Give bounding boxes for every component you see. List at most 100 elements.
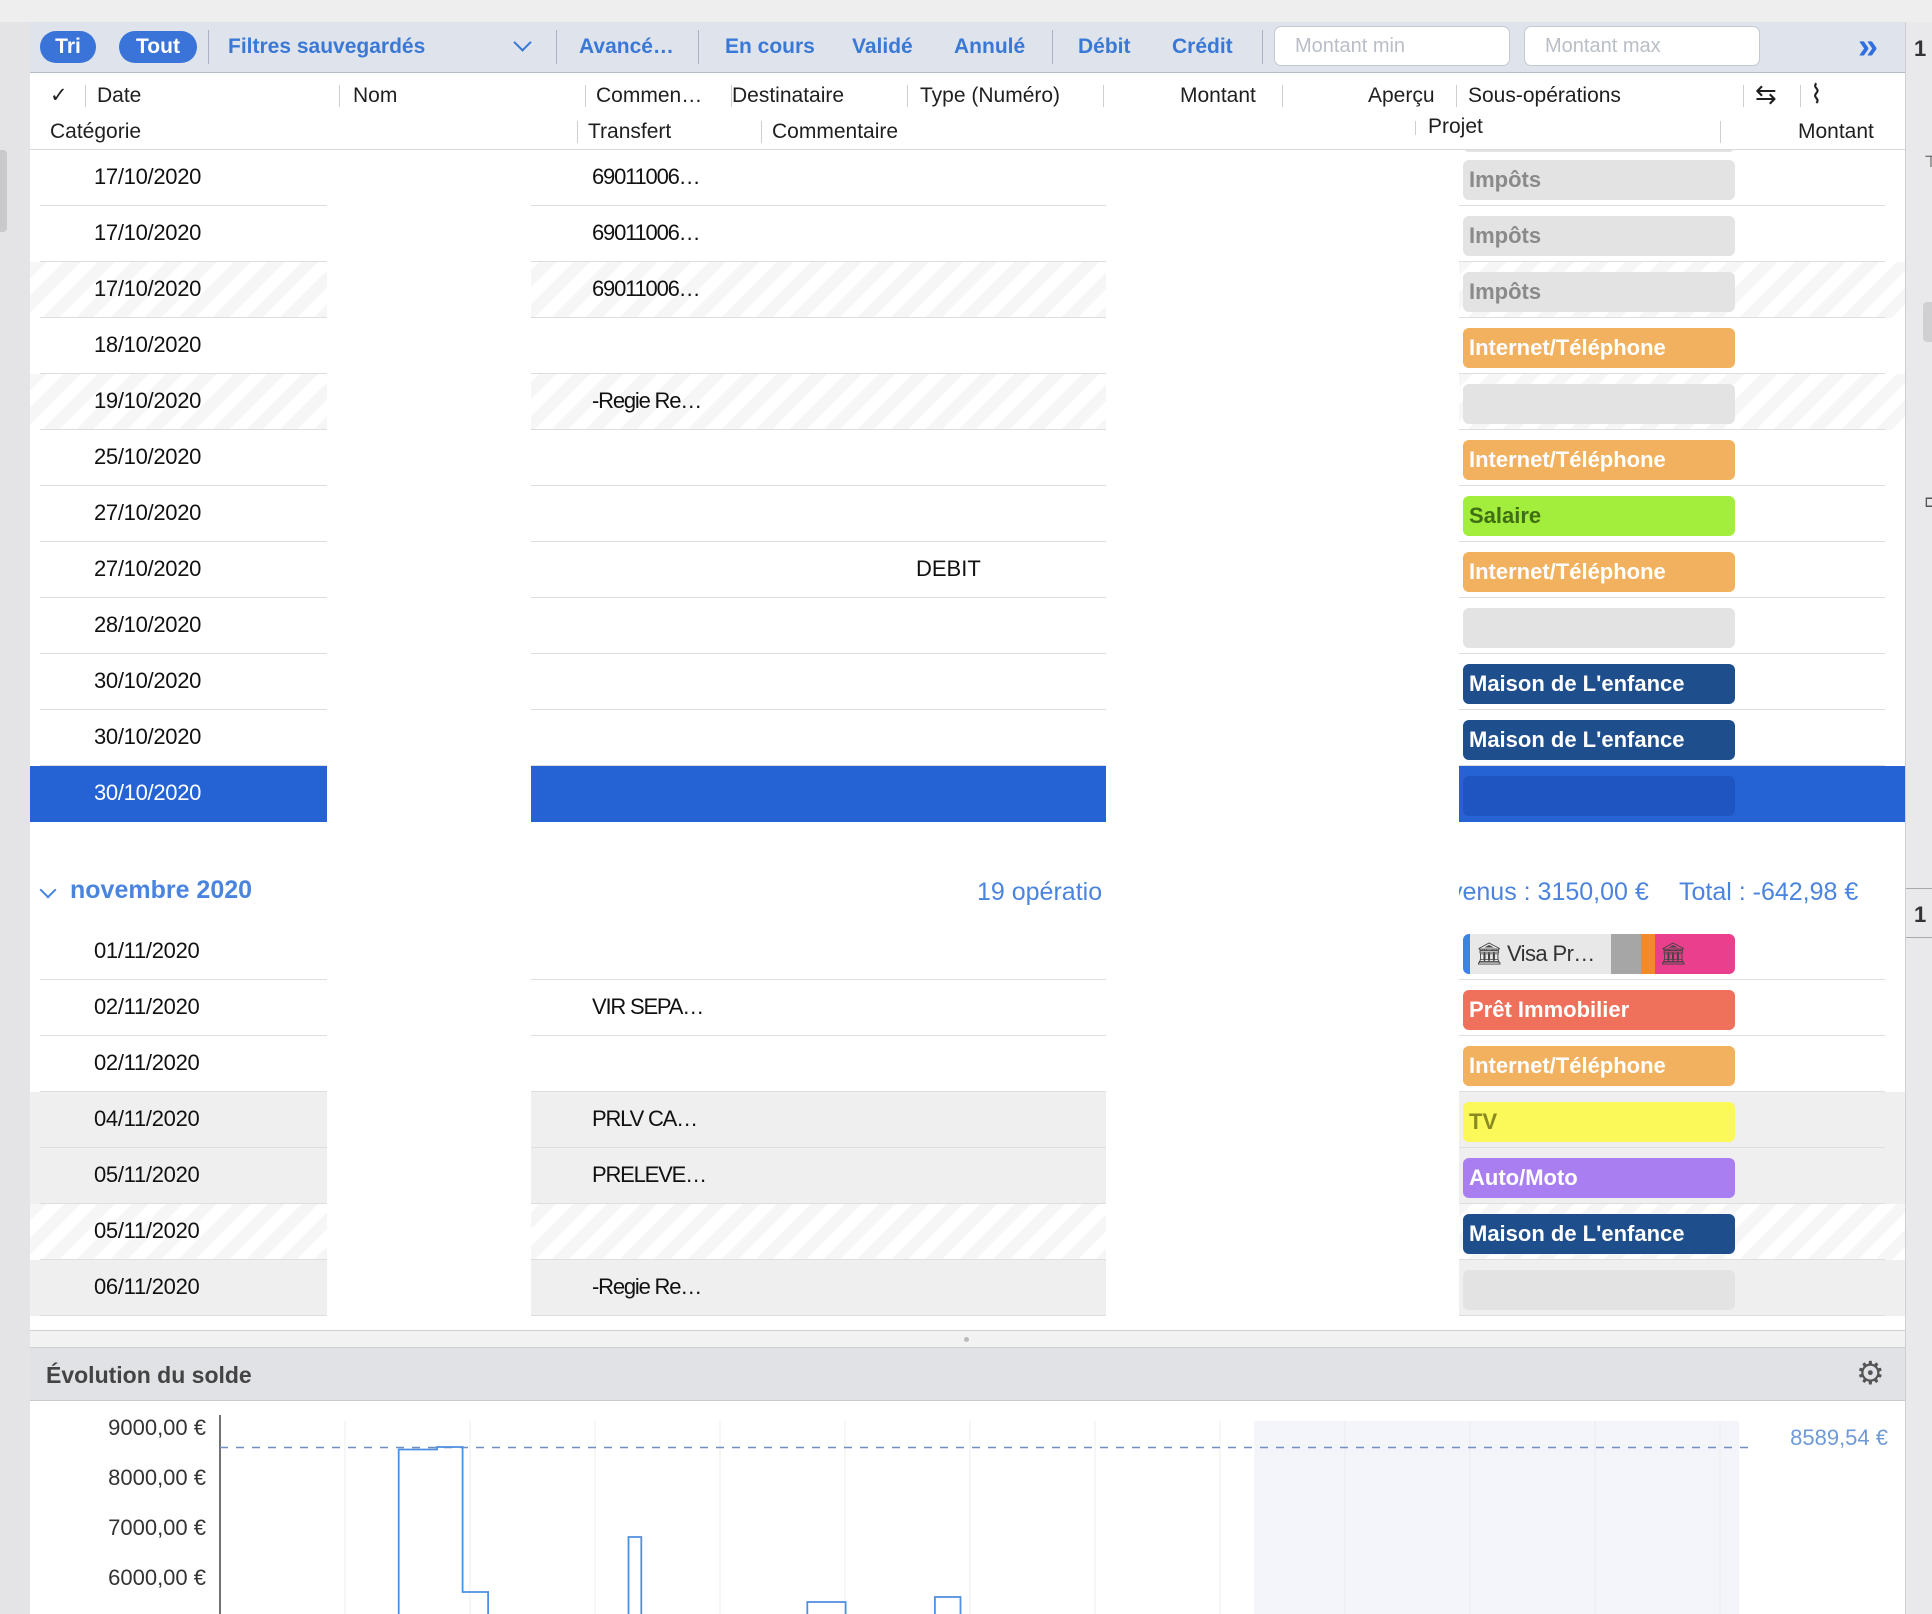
- table-row[interactable]: 02/11/2020 VIR SEPA… Prêt Immobilier: [30, 980, 1905, 1036]
- row-comment[interactable]: -Regie Re…: [592, 388, 702, 414]
- sidebar-resize-handle[interactable]: [0, 150, 7, 232]
- category-pill[interactable]: Internet/Téléphone: [1463, 1046, 1735, 1086]
- row-comment[interactable]: -Regie Re…: [592, 1274, 702, 1300]
- table-row[interactable]: 30/10/2020: [30, 766, 1905, 822]
- category-pill[interactable]: [1463, 1270, 1735, 1310]
- category-pill[interactable]: Prêt Immobilier: [1463, 990, 1735, 1030]
- category-pill[interactable]: [1463, 776, 1735, 816]
- row-date[interactable]: 18/10/2020: [94, 332, 201, 358]
- table-row[interactable]: 30/10/2020 Maison de L'enfance: [30, 710, 1905, 766]
- chevron-down-icon[interactable]: [39, 881, 57, 899]
- validated-filter[interactable]: Validé: [852, 32, 913, 62]
- category-pill[interactable]: Internet/Téléphone: [1463, 552, 1735, 592]
- saved-filters-dropdown[interactable]: Filtres sauvegardés: [228, 32, 425, 62]
- row-type[interactable]: DEBIT: [916, 556, 981, 582]
- category-pill[interactable]: Impôts: [1463, 216, 1735, 256]
- table-row[interactable]: 05/11/2020 Maison de L'enfance: [30, 1204, 1905, 1260]
- cancelled-filter[interactable]: Annulé: [954, 32, 1025, 62]
- paperclip-icon[interactable]: ⌇: [1810, 81, 1823, 107]
- row-comment[interactable]: VIR SEPA…: [592, 994, 704, 1020]
- row-date[interactable]: 02/11/2020: [94, 1050, 200, 1076]
- header-project[interactable]: Projet: [1428, 114, 1483, 140]
- row-date[interactable]: 04/11/2020: [94, 1106, 200, 1132]
- row-date[interactable]: 17/10/2020: [94, 276, 201, 302]
- debit-filter[interactable]: Débit: [1078, 32, 1131, 62]
- group-header-november[interactable]: novembre 2020 19 opératio venus : 3150,0…: [30, 864, 1905, 924]
- row-date[interactable]: 28/10/2020: [94, 612, 201, 638]
- category-pill[interactable]: Auto/Moto: [1463, 1158, 1735, 1198]
- table-row[interactable]: 06/11/2020 -Regie Re…: [30, 1260, 1905, 1316]
- double-chevron-right-icon[interactable]: »: [1858, 28, 1878, 64]
- row-date[interactable]: 17/10/2020: [94, 164, 201, 190]
- right-edge-knob[interactable]: [1923, 302, 1932, 342]
- category-pill[interactable]: Maison de L'enfance: [1463, 664, 1735, 704]
- transfer-arrows-icon[interactable]: ⇆: [1755, 81, 1777, 107]
- header-recipient[interactable]: Destinataire: [732, 83, 844, 109]
- category-pill[interactable]: Internet/Téléphone: [1463, 440, 1735, 480]
- table-row[interactable]: 19/10/2020 -Regie Re…: [30, 374, 1905, 430]
- table-row[interactable]: 18/10/2020 Internet/Téléphone: [30, 318, 1905, 374]
- header-type-number[interactable]: Type (Numéro): [920, 83, 1060, 109]
- row-date[interactable]: 30/10/2020: [94, 780, 201, 806]
- credit-filter[interactable]: Crédit: [1172, 32, 1233, 62]
- category-pill[interactable]: Maison de L'enfance: [1463, 1214, 1735, 1254]
- in-progress-filter[interactable]: En cours: [725, 32, 815, 62]
- category-pill[interactable]: Salaire: [1463, 496, 1735, 536]
- row-date[interactable]: 05/11/2020: [94, 1218, 200, 1244]
- header-name[interactable]: Nom: [353, 83, 397, 109]
- table-row[interactable]: 02/11/2020 Internet/Téléphone: [30, 1036, 1905, 1092]
- header-date[interactable]: Date: [97, 83, 141, 109]
- header-comment[interactable]: Commentaire: [772, 119, 898, 145]
- header-transfer[interactable]: Transfert: [588, 119, 671, 145]
- table-row[interactable]: 30/10/2020 Maison de L'enfance: [30, 654, 1905, 710]
- split-category-pill[interactable]: 🏛 Visa Pr… 🏛: [1463, 934, 1735, 974]
- row-comment[interactable]: 69011006…: [592, 164, 701, 190]
- table-row[interactable]: 01/11/2020 🏛 Visa Pr… 🏛: [30, 924, 1905, 980]
- table-row[interactable]: 04/11/2020 PRLV CA… TV: [30, 1092, 1905, 1148]
- table-row[interactable]: 17/10/2020 69011006… Impôts: [30, 150, 1905, 206]
- row-date[interactable]: 25/10/2020: [94, 444, 201, 470]
- table-row[interactable]: 25/10/2020 Internet/Téléphone: [30, 430, 1905, 486]
- panel-splitter[interactable]: [30, 1330, 1905, 1348]
- header-preview[interactable]: Aperçu: [1368, 83, 1435, 109]
- amount-max-input[interactable]: [1524, 26, 1760, 66]
- row-comment[interactable]: PRLV CA…: [592, 1106, 698, 1132]
- category-pill[interactable]: [1463, 384, 1735, 424]
- row-date[interactable]: 01/11/2020: [94, 938, 200, 964]
- category-pill[interactable]: Impôts: [1463, 160, 1735, 200]
- header-sub-amount[interactable]: Montant: [1798, 119, 1874, 145]
- category-pill[interactable]: Impôts: [1463, 272, 1735, 312]
- row-comment[interactable]: PRELEVE…: [592, 1162, 707, 1188]
- category-pill[interactable]: Maison de L'enfance: [1463, 720, 1735, 760]
- category-pill[interactable]: TV: [1463, 1102, 1735, 1142]
- splitter-handle-dot[interactable]: [964, 1337, 969, 1342]
- row-comment[interactable]: 69011006…: [592, 276, 701, 302]
- row-date[interactable]: 27/10/2020: [94, 500, 201, 526]
- table-row[interactable]: 27/10/2020 DEBIT Internet/Téléphone: [30, 542, 1905, 598]
- row-date[interactable]: 27/10/2020: [94, 556, 201, 582]
- advanced-filter-button[interactable]: Avancé…: [579, 32, 674, 62]
- row-date[interactable]: 19/10/2020: [94, 388, 201, 414]
- table-row[interactable]: 28/10/2020: [30, 598, 1905, 654]
- row-comment[interactable]: 69011006…: [592, 220, 701, 246]
- header-amount[interactable]: Montant: [1180, 83, 1256, 109]
- gear-icon[interactable]: ⚙: [1856, 1357, 1885, 1389]
- header-checkmark[interactable]: ✓: [50, 83, 68, 109]
- table-row[interactable]: 05/11/2020 PRELEVE… Auto/Moto: [30, 1148, 1905, 1204]
- table-row[interactable]: 17/10/2020 69011006… Impôts: [30, 262, 1905, 318]
- table-row[interactable]: 27/10/2020 Salaire: [30, 486, 1905, 542]
- category-pill[interactable]: [1463, 608, 1735, 648]
- category-pill[interactable]: Internet/Téléphone: [1463, 328, 1735, 368]
- tri-button[interactable]: Tri: [40, 31, 96, 63]
- row-date[interactable]: 30/10/2020: [94, 724, 201, 750]
- row-date[interactable]: 17/10/2020: [94, 220, 201, 246]
- row-date[interactable]: 30/10/2020: [94, 668, 201, 694]
- tout-button[interactable]: Tout: [119, 31, 197, 63]
- header-category[interactable]: Catégorie: [50, 119, 141, 145]
- row-date[interactable]: 02/11/2020: [94, 994, 200, 1020]
- header-comment-short[interactable]: Commen…: [596, 83, 702, 109]
- amount-min-input[interactable]: [1274, 26, 1510, 66]
- table-row[interactable]: 17/10/2020 69011006… Impôts: [30, 206, 1905, 262]
- chevron-down-icon[interactable]: [513, 33, 532, 52]
- row-date[interactable]: 05/11/2020: [94, 1162, 200, 1188]
